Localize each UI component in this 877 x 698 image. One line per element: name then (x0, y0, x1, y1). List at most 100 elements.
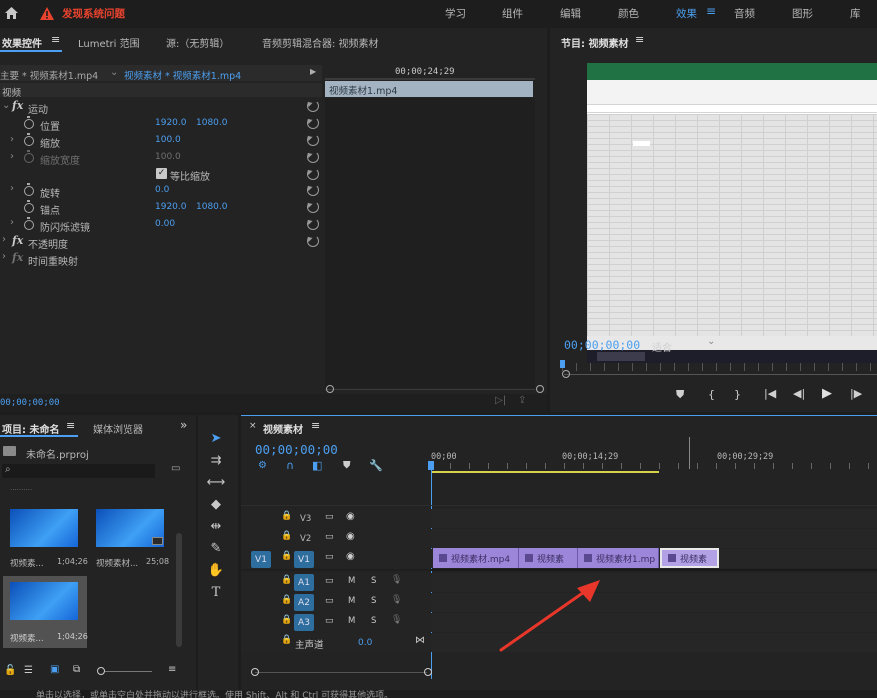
clip-2[interactable]: 视频素 (519, 548, 578, 568)
reset-anchor-icon[interactable] (307, 201, 319, 213)
program-timecode[interactable]: 00;00;00;00 (564, 338, 640, 352)
eye-v1-icon[interactable]: ◉ (346, 551, 355, 562)
mic-a3-icon[interactable]: 🎙 (391, 615, 402, 625)
workspace-learn[interactable]: 学习 (445, 6, 466, 21)
mini-timeline-scroll[interactable] (325, 389, 535, 390)
sync-lock-v1-icon[interactable]: ▭ (325, 552, 334, 562)
mic-a2-icon[interactable]: 🎙 (391, 595, 402, 605)
slip-tool-icon[interactable]: ⇹ (206, 516, 226, 536)
program-zoom-bar[interactable] (564, 374, 877, 375)
effect-controls-timecode[interactable]: 00;00;00;00 (0, 398, 60, 408)
export-frame-icon[interactable]: ⇪ (518, 395, 526, 406)
mix-go-to-icon[interactable]: ⋈ (415, 635, 425, 646)
nest-toggle-icon[interactable]: ⚙ (258, 460, 267, 471)
timeline-timecode[interactable]: 00;00;00;00 (255, 442, 338, 457)
chevron-down-icon[interactable]: ⌄ (110, 67, 118, 78)
tab-source[interactable]: 源:（无剪辑） (166, 35, 229, 50)
reset-opacity-icon[interactable] (307, 235, 319, 247)
reset-uniform-scale-icon[interactable] (307, 168, 319, 180)
mini-scroll-handle-left[interactable] (326, 385, 334, 393)
stopwatch-antiflicker-icon[interactable] (24, 217, 34, 230)
mute-a1-icon[interactable]: M (348, 576, 355, 586)
lock-a1-icon[interactable]: 🔒 (281, 575, 292, 585)
workspace-menu-icon[interactable]: ≡ (706, 4, 716, 18)
panel-menu-icon[interactable]: ≡ (51, 33, 60, 46)
step-forward-icon[interactable]: |▶ (850, 387, 862, 400)
master-clip-label[interactable]: 主要 * 视频素材1.mp4 (0, 68, 98, 82)
solo-a1-icon[interactable]: S (371, 576, 376, 586)
antiflicker-value[interactable]: 0.00 (155, 219, 175, 229)
mute-a3-icon[interactable]: M (348, 616, 355, 626)
zoom-slider[interactable] (104, 671, 152, 672)
project-menu-icon[interactable]: ≡ (66, 419, 75, 432)
hand-tool-icon[interactable]: ✋ (206, 560, 226, 580)
sync-lock-a1-icon[interactable]: ▭ (325, 576, 334, 586)
reset-rotation-icon[interactable] (307, 184, 319, 196)
track-label-v3[interactable]: V3 (300, 514, 311, 524)
new-bin-icon[interactable]: ▭ (171, 463, 180, 474)
expand-scale-icon[interactable]: › (10, 134, 14, 145)
sync-lock-a2-icon[interactable]: ▭ (325, 596, 334, 606)
eye-v2-icon[interactable]: ◉ (346, 531, 355, 542)
stopwatch-rotation-icon[interactable] (24, 183, 34, 196)
razor-tool-icon[interactable]: ◆ (206, 494, 226, 514)
expand-opacity-icon[interactable]: › (2, 234, 6, 245)
warning-icon[interactable] (39, 5, 55, 21)
track-label-a3[interactable]: A3 (294, 614, 314, 631)
work-area-bar[interactable] (431, 471, 659, 473)
filter-icon[interactable]: ▷| (495, 395, 506, 406)
thumbnail-3[interactable] (10, 582, 78, 620)
workspace-libraries[interactable]: 库 (850, 6, 861, 21)
ripple-edit-tool-icon[interactable]: ⟷ (206, 472, 226, 492)
warning-label[interactable]: 发现系统问题 (62, 6, 125, 21)
lock-v2-icon[interactable]: 🔒 (281, 531, 292, 541)
lock-a2-icon[interactable]: 🔒 (281, 595, 292, 605)
expand-motion-icon[interactable]: ⌄ (2, 100, 10, 111)
step-back-icon[interactable]: ◀| (793, 387, 805, 400)
sync-lock-a3-icon[interactable]: ▭ (325, 616, 334, 626)
timeline-scroll-handle-right[interactable] (424, 668, 432, 676)
workspace-edit[interactable]: 编辑 (560, 6, 581, 21)
icon-view-icon[interactable]: ▣ (50, 664, 59, 675)
solo-a2-icon[interactable]: S (371, 596, 376, 606)
lock-a3-icon[interactable]: 🔒 (281, 615, 292, 625)
anchor-y[interactable]: 1080.0 (196, 202, 228, 212)
mix-volume-value[interactable]: 0.0 (358, 638, 372, 648)
reset-position-icon[interactable] (307, 117, 319, 129)
tab-lumetri-scopes[interactable]: Lumetri 范围 (78, 35, 140, 50)
workspace-graphics[interactable]: 图形 (792, 6, 813, 21)
zoom-slider-handle[interactable] (97, 667, 105, 675)
track-label-a1[interactable]: A1 (294, 574, 314, 591)
clip-1[interactable]: 视频素材.mp4 (433, 548, 519, 568)
mini-timeline-clip[interactable]: 视频素材1.mp4 (325, 81, 533, 97)
play-only-icon[interactable]: ▶ (310, 67, 316, 76)
program-menu-icon[interactable]: ≡ (635, 33, 644, 46)
add-marker-icon[interactable]: ⛊ (676, 388, 684, 402)
stopwatch-position-icon[interactable] (24, 116, 34, 129)
anchor-x[interactable]: 1920.0 (155, 202, 187, 212)
track-select-tool-icon[interactable]: ⇉ (206, 450, 226, 470)
track-label-v1[interactable]: V1 (294, 551, 314, 568)
clip-4-selected[interactable]: 视频素 (660, 548, 719, 568)
position-x[interactable]: 1920.0 (155, 118, 187, 128)
timeline-menu-icon[interactable]: ≡ (311, 419, 320, 432)
go-to-in-icon[interactable]: |◀ (764, 387, 776, 400)
workspace-effects[interactable]: 效果 (676, 6, 697, 21)
timeline-scroll-track[interactable] (255, 672, 427, 673)
solo-a3-icon[interactable]: S (371, 616, 376, 626)
reset-motion-icon[interactable] (307, 100, 319, 112)
thumbnail-1[interactable] (10, 509, 78, 547)
fit-chevron-icon[interactable]: ⌄ (707, 336, 715, 347)
timeline-tab-title[interactable]: 视频素材 (263, 421, 303, 436)
workspace-color[interactable]: 颜色 (618, 6, 639, 21)
snap-icon[interactable]: ∩ (286, 459, 294, 472)
reset-scale-width-icon[interactable] (307, 151, 319, 163)
sync-lock-v2-icon[interactable]: ▭ (325, 532, 334, 542)
fit-dropdown[interactable]: 适合 (652, 339, 672, 354)
lock-mix-icon[interactable]: 🔒 (281, 635, 292, 645)
fx-motion-icon[interactable]: fx (12, 99, 23, 112)
panel-overflow-icon[interactable]: » (180, 418, 187, 432)
program-video-frame[interactable] (587, 63, 877, 363)
stopwatch-anchor-icon[interactable] (24, 200, 34, 213)
workspace-audio[interactable]: 音频 (734, 6, 755, 21)
